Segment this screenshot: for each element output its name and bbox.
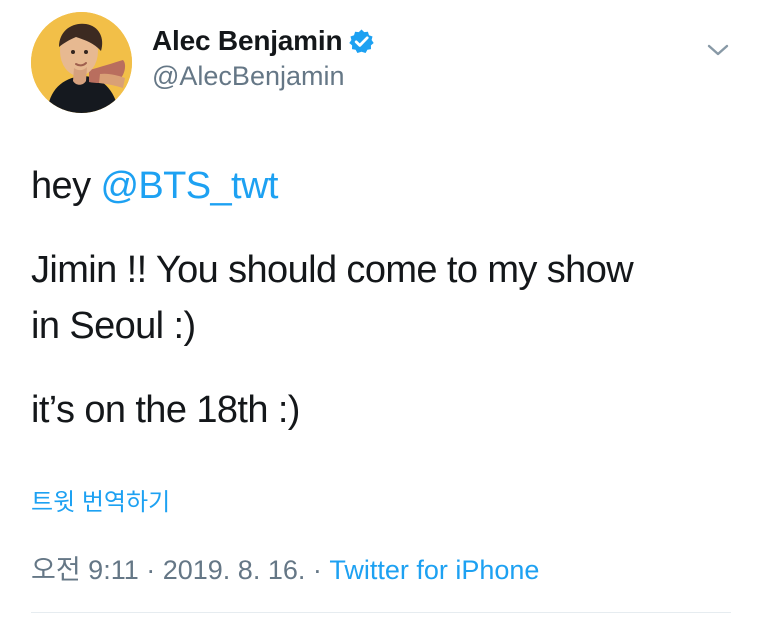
tweet-line-4: it’s on the 18th :) xyxy=(31,389,300,431)
author-display-name[interactable]: Alec Benjamin xyxy=(152,24,343,58)
tweet-line-2: Jimin !! You should come to my show xyxy=(31,249,634,291)
metadata-separator-2: · xyxy=(305,555,330,585)
chevron-down-icon[interactable] xyxy=(701,36,735,64)
avatar[interactable] xyxy=(31,12,132,113)
author-handle[interactable]: @AlecBenjamin xyxy=(152,59,582,93)
tweet-header: Alec Benjamin @AlecBenjamin xyxy=(31,12,731,113)
translate-tweet-link[interactable]: 트윗 번역하기 xyxy=(31,487,170,519)
author-name-row: Alec Benjamin xyxy=(152,24,582,58)
tweet-time[interactable]: 오전 9:11 xyxy=(31,555,139,585)
tweet-card: Alec Benjamin @AlecBenjamin hey @BTS_twt… xyxy=(0,0,758,625)
tweet-line-1: hey @BTS_twt xyxy=(31,162,278,210)
mention-link-bts-twt[interactable]: @BTS_twt xyxy=(100,165,278,207)
author-identity: Alec Benjamin @AlecBenjamin xyxy=(152,24,582,93)
verified-badge-icon xyxy=(349,29,375,53)
tweet-greeting-text: hey xyxy=(31,165,101,207)
tweet-line-3: in Seoul :) xyxy=(31,305,196,347)
tweet-date[interactable]: 2019. 8. 16. xyxy=(163,555,306,585)
tweet-metadata: 오전 9:11 · 2019. 8. 16. · Twitter for iPh… xyxy=(31,552,539,588)
avatar-image xyxy=(31,12,132,113)
metadata-separator-1: · xyxy=(138,555,163,585)
tweet-divider xyxy=(31,612,731,613)
tweet-source-link[interactable]: Twitter for iPhone xyxy=(329,555,539,585)
